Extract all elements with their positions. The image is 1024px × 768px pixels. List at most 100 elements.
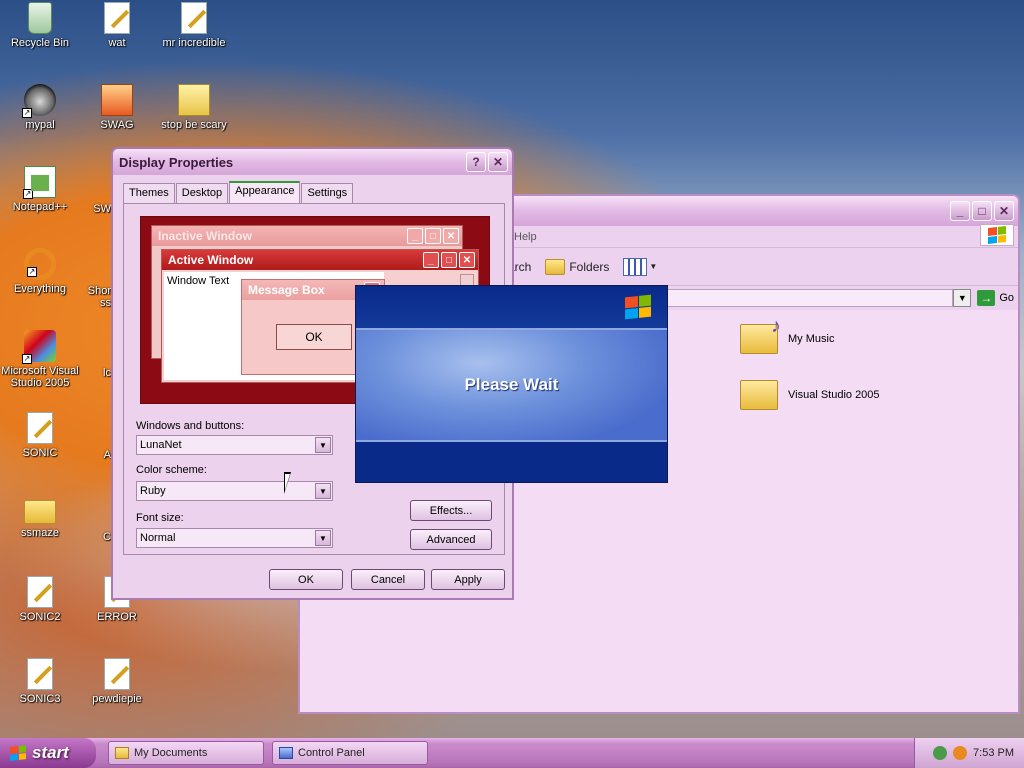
desktop-icon-partial-lc[interactable]: lc (77, 330, 111, 379)
control-panel-icon (279, 747, 293, 759)
help-button[interactable]: ? (466, 152, 486, 172)
desktop-icon-wat[interactable]: wat (77, 2, 157, 49)
go-button[interactable]: → Go (977, 290, 1014, 306)
windows-buttons-select[interactable]: LunaNet ▼ (136, 435, 333, 455)
visual-studio-icon: ↗ (22, 330, 56, 364)
network-icon[interactable] (933, 746, 948, 760)
chevron-down-icon: ▼ (649, 262, 658, 271)
views-icon (623, 257, 648, 276)
script-file-icon (27, 576, 53, 608)
everything-search-icon: ↗ (24, 248, 56, 280)
color-scheme-select[interactable]: Ruby ▼ (136, 481, 333, 501)
font-size-select[interactable]: Normal ▼ (136, 528, 333, 548)
taskbar-item-control-panel[interactable]: Control Panel (272, 741, 428, 765)
desktop-icon-partial-a[interactable]: A (77, 412, 111, 461)
file-item-visual-studio-2005[interactable]: Visual Studio 2005 (740, 380, 880, 410)
taskbar-item-my-documents[interactable]: My Documents (108, 741, 264, 765)
desktop-icon-sonic2[interactable]: SONIC2 (0, 576, 80, 623)
desktop-icon-partial-c[interactable]: C (77, 494, 111, 543)
desktop-icon-mypal[interactable]: ↗ mypal (0, 84, 80, 131)
windows-flag-icon (10, 745, 26, 761)
desktop-icon-sonic3[interactable]: SONIC3 (0, 658, 80, 705)
apply-button[interactable]: Apply (431, 569, 505, 590)
shortcut-arrow-icon: ↗ (23, 189, 33, 199)
tab-themes[interactable]: Themes (123, 183, 175, 203)
effects-button[interactable]: Effects... (410, 500, 492, 521)
desktop-icon-sonic[interactable]: SONIC (0, 412, 80, 459)
file-item-my-music[interactable]: ♪ My Music (740, 315, 834, 354)
preview-maximize-icon: □ (425, 228, 441, 244)
search-icon[interactable] (953, 746, 968, 760)
shortcut-arrow-icon: ↗ (27, 267, 37, 277)
advanced-button[interactable]: Advanced (410, 529, 492, 550)
maximize-button[interactable]: □ (972, 201, 992, 221)
desktop-icon-stop-be-scary[interactable]: stop be scary (154, 84, 234, 131)
script-file-icon (181, 2, 207, 34)
preview-close-icon: ✕ (443, 228, 459, 244)
dialog-titlebar[interactable]: Display Properties ? ✕ (113, 149, 512, 175)
notepad-plus-icon: ↗ (23, 166, 56, 199)
ok-button[interactable]: OK (269, 569, 343, 590)
script-file-icon (104, 2, 130, 34)
preview-active-title: Active Window (168, 253, 254, 267)
desktop-icon-visual-studio[interactable]: ↗ Microsoft Visual Studio 2005 (0, 330, 80, 389)
system-tray: 7:53 PM (914, 738, 1024, 768)
minimize-button[interactable]: _ (950, 201, 970, 221)
dialog-title: Display Properties (119, 154, 234, 170)
windows-buttons-label: Windows and buttons: (136, 420, 245, 432)
preview-minimize-icon: _ (423, 252, 439, 268)
chevron-down-icon: ▼ (315, 530, 331, 546)
close-button[interactable]: ✕ (488, 152, 508, 172)
preview-maximize-icon: □ (441, 252, 457, 268)
folder-icon (115, 747, 129, 759)
color-scheme-label: Color scheme: (136, 464, 207, 476)
desktop-icon-partial-sw[interactable]: SW (77, 166, 111, 215)
taskbar: start My Documents Control Panel 7:53 PM (0, 738, 1024, 768)
image-file-icon (101, 84, 133, 116)
chevron-down-icon: ▼ (315, 437, 331, 453)
preview-message-title: Message Box (248, 283, 325, 297)
music-folder-icon: ♪ (740, 315, 781, 354)
windows-flag-icon (625, 294, 651, 320)
font-size-label: Font size: (136, 512, 184, 524)
windows-flag-icon (988, 226, 1006, 244)
close-button[interactable]: ✕ (994, 201, 1014, 221)
desktop-icon-ssmaze[interactable]: ssmaze (0, 494, 80, 539)
preview-minimize-icon: _ (407, 228, 423, 244)
address-dropdown-button[interactable]: ▼ (953, 289, 972, 307)
tab-desktop[interactable]: Desktop (175, 183, 229, 203)
tab-settings[interactable]: Settings (301, 183, 354, 203)
folder-icon (24, 500, 56, 524)
script-file-icon (104, 658, 130, 690)
desktop-icon-pewdiepie[interactable]: pewdiepie (77, 658, 157, 705)
shortcut-arrow-icon: ↗ (22, 108, 32, 118)
tab-appearance[interactable]: Appearance (229, 181, 301, 203)
clock[interactable]: 7:53 PM (973, 747, 1014, 759)
desktop-icon-swag[interactable]: SWAG (77, 84, 157, 131)
desktop-icon-partial-shortcut[interactable]: Shor ss (77, 248, 111, 309)
cancel-button[interactable]: Cancel (351, 569, 425, 590)
windows-logo (980, 224, 1014, 246)
please-wait-splash: Please Wait (355, 285, 668, 483)
start-button[interactable]: start (0, 738, 96, 768)
raccoon-app-icon: ↗ (22, 84, 56, 118)
desktop-icon-notepad-plus[interactable]: ↗ Notepad++ (0, 166, 80, 213)
desktop-icon-everything[interactable]: ↗ Everything (0, 248, 80, 295)
script-file-icon (27, 412, 53, 444)
shortcut-arrow-icon: ↗ (22, 354, 32, 364)
please-wait-text: Please Wait (464, 375, 559, 394)
desktop-icon-mr-incredible[interactable]: mr incredible (154, 2, 234, 49)
zip-folder-icon (178, 84, 210, 116)
recycle-bin-icon (28, 2, 52, 34)
preview-inactive-title: Inactive Window (158, 229, 252, 243)
preview-close-icon: ✕ (459, 252, 475, 268)
menu-help[interactable]: Help (514, 231, 537, 243)
folders-button[interactable]: Folders (545, 258, 609, 275)
mouse-cursor-icon (284, 472, 291, 494)
go-arrow-icon: → (977, 290, 996, 306)
desktop-icon-recycle-bin[interactable]: Recycle Bin (0, 2, 80, 49)
views-button[interactable]: ▼ (623, 257, 658, 276)
script-file-icon (27, 658, 53, 690)
folders-icon (545, 258, 566, 275)
folder-icon (740, 380, 778, 410)
